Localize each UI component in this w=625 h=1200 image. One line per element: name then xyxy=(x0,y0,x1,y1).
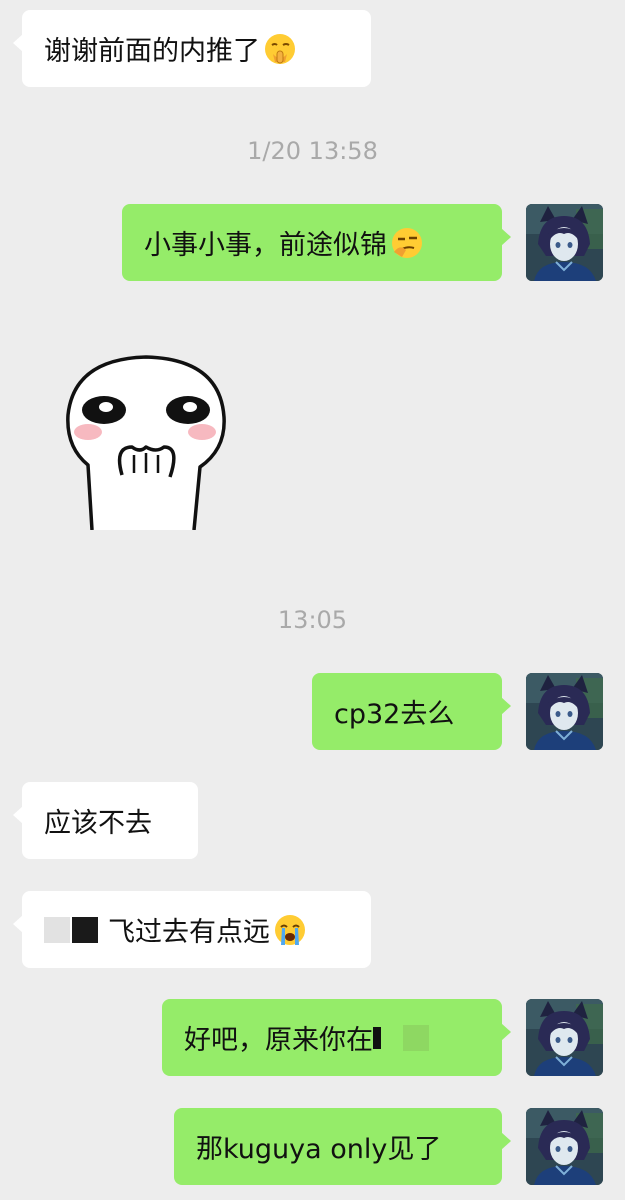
message-text: 应该不去 xyxy=(44,808,152,839)
message-bubble-incoming[interactable]: 谢谢前面的内推了 xyxy=(13,10,371,87)
message-bubble-outgoing[interactable]: cp32去么 xyxy=(312,673,511,750)
message-text: 飞过去有点远 xyxy=(108,917,270,948)
message-text: 谢谢前面的内推了 xyxy=(44,36,260,67)
message-bubble-incoming[interactable]: 飞过去有点远 xyxy=(13,891,371,968)
message-bubble-incoming[interactable]: 应该不去 xyxy=(13,782,198,859)
message-text: 好吧，原来你在 xyxy=(184,1025,373,1056)
censored-block xyxy=(373,1026,381,1049)
user-avatar-icon[interactable] xyxy=(526,999,603,1076)
user-avatar-icon[interactable] xyxy=(526,1108,603,1185)
shushing-face-emoji-icon xyxy=(265,33,295,64)
user-avatar-icon[interactable] xyxy=(526,204,603,281)
smirk-thinking-emoji-icon xyxy=(392,227,422,258)
censored-block xyxy=(403,1024,429,1051)
timestamp: 1/20 13:58 xyxy=(247,137,378,165)
message-bubble-outgoing[interactable]: 好吧，原来你在 xyxy=(162,999,511,1076)
message-bubble-outgoing[interactable]: 那kuguya only见了 xyxy=(174,1108,511,1185)
message-bubble-outgoing[interactable]: 小事小事，前途似锦 xyxy=(122,204,511,281)
censored-block xyxy=(44,916,70,943)
shy-white-character-sticker-icon[interactable] xyxy=(62,355,230,530)
message-text: cp32去么 xyxy=(334,699,455,730)
timestamp: 13:05 xyxy=(277,606,348,634)
message-text: 那kuguya only见了 xyxy=(196,1134,442,1165)
message-text: 小事小事，前途似锦 xyxy=(144,230,387,261)
censored-block xyxy=(72,916,98,943)
user-avatar-icon[interactable] xyxy=(526,673,603,750)
loudly-crying-emoji-icon xyxy=(275,914,305,945)
